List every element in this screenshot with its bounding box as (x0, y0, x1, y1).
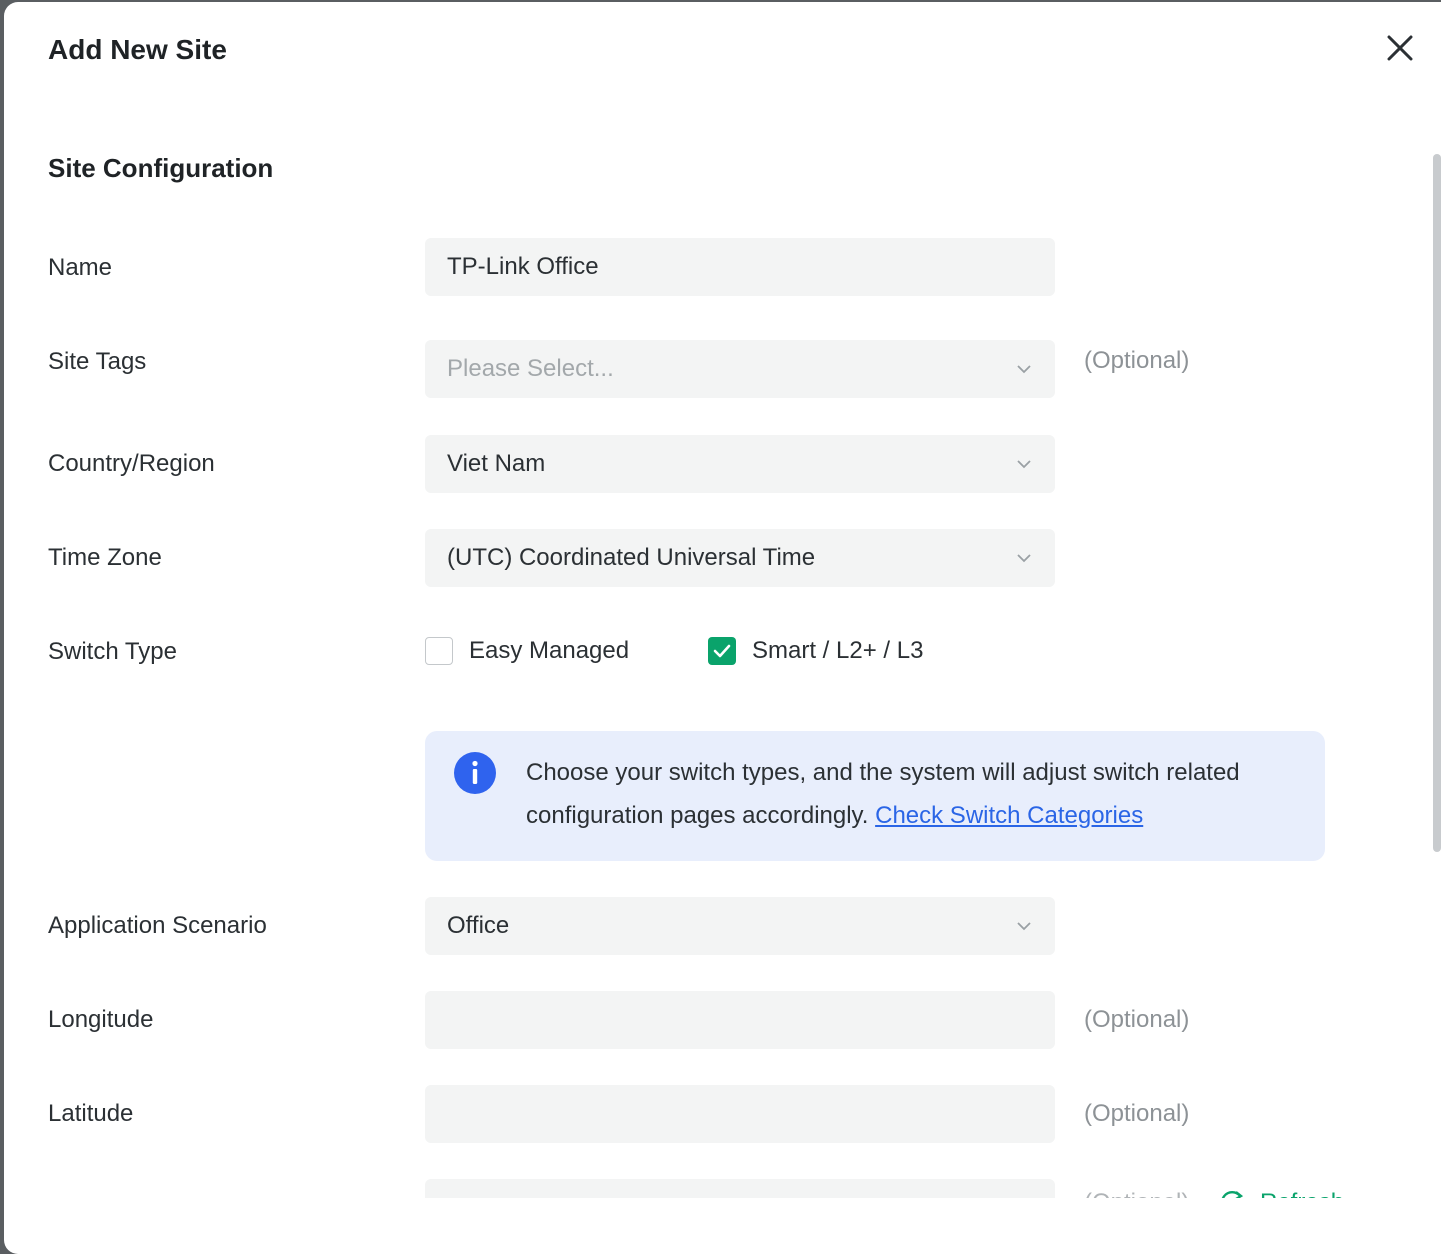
site-tags-optional: (Optional) (1084, 347, 1190, 374)
dialog-body[interactable]: Site Configuration Name TP-Link Office S… (4, 102, 1441, 1198)
chevron-down-icon (1017, 554, 1031, 563)
country-value: Viet Nam (447, 450, 546, 477)
add-site-dialog: Add New Site Site Configuration Name TP-… (4, 2, 1441, 1254)
time-zone-value: (UTC) Coordinated Universal Time (447, 544, 816, 571)
site-tags-placeholder: Please Select... (447, 355, 614, 382)
address-optional: (Optional) (1084, 1188, 1189, 1198)
site-tags-label: Site Tags (48, 348, 147, 375)
close-button[interactable] (1384, 32, 1416, 64)
check-switch-categories-link[interactable]: Check Switch Categories (875, 802, 1143, 829)
name-input[interactable]: TP-Link Office (425, 238, 1055, 296)
chevron-down-icon (1017, 922, 1031, 931)
site-tags-select[interactable]: Please Select... (425, 340, 1055, 398)
refresh-icon[interactable] (1218, 1188, 1246, 1198)
scrollbar[interactable] (1433, 154, 1441, 852)
checkmark-icon (713, 644, 731, 658)
switch-type-info: Choose your switch types, and the system… (425, 731, 1325, 861)
chevron-down-icon (1017, 365, 1031, 374)
country-select[interactable]: Viet Nam (425, 435, 1055, 493)
time-zone-label: Time Zone (48, 544, 162, 571)
easy-managed-label[interactable]: Easy Managed (469, 636, 629, 666)
longitude-optional: (Optional) (1084, 1006, 1190, 1033)
info-text: Choose your switch types, and the system… (526, 751, 1306, 837)
latitude-label: Latitude (48, 1100, 134, 1127)
scenario-label: Application Scenario (48, 912, 267, 939)
scenario-select[interactable]: Office (425, 897, 1055, 955)
refresh-link[interactable]: Refresh (1260, 1188, 1344, 1198)
latitude-optional: (Optional) (1084, 1100, 1190, 1127)
country-label: Country/Region (48, 450, 215, 477)
info-icon (454, 752, 496, 794)
time-zone-select[interactable]: (UTC) Coordinated Universal Time (425, 529, 1055, 587)
name-label: Name (48, 254, 113, 281)
dialog-title: Add New Site (48, 34, 227, 65)
longitude-label: Longitude (48, 1006, 154, 1033)
scenario-value: Office (447, 912, 510, 939)
section-title: Site Configuration (48, 153, 274, 183)
smart-l3-label[interactable]: Smart / L2+ / L3 (752, 636, 923, 666)
address-input[interactable] (425, 1179, 1055, 1198)
switch-type-label: Switch Type (48, 638, 177, 665)
close-icon (1387, 35, 1413, 61)
smart-l3-checkbox[interactable] (708, 637, 736, 665)
easy-managed-checkbox[interactable] (425, 637, 453, 665)
latitude-input[interactable] (425, 1085, 1055, 1143)
longitude-input[interactable] (425, 991, 1055, 1049)
chevron-down-icon (1017, 460, 1031, 469)
